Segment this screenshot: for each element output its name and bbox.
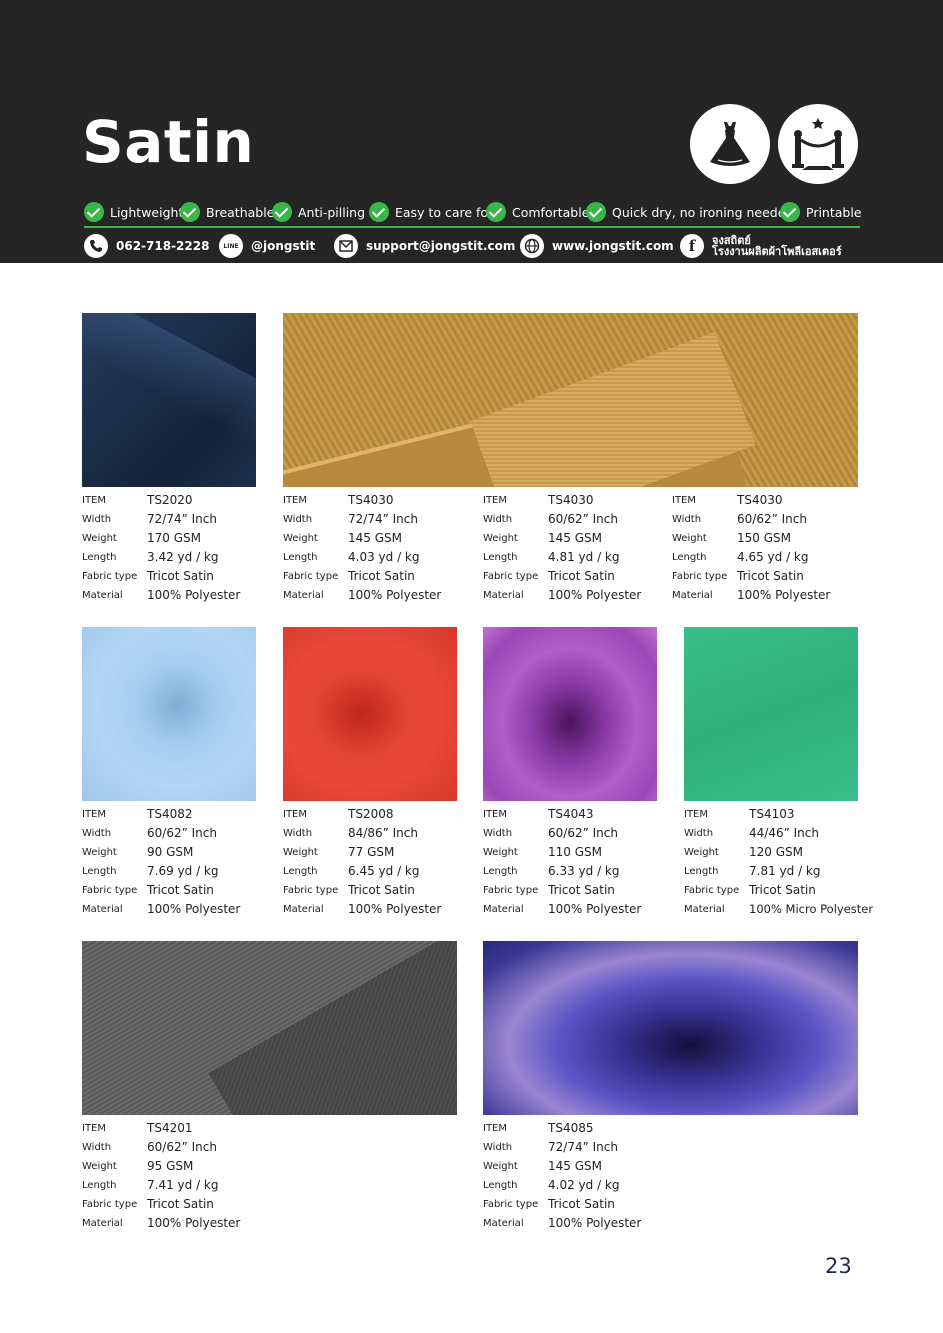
line-icon: LINE: [219, 234, 243, 258]
feature-item: Comfortable: [486, 201, 589, 223]
item-code: TS4030: [737, 493, 783, 507]
product-spec: ITEM TS4030 Width 60/62” Inch Weight 145 GS…: [483, 493, 642, 602]
website-contact[interactable]: www.jongstit.com: [520, 233, 674, 259]
item-code: TS4043: [548, 807, 594, 821]
check-icon: [272, 202, 292, 222]
dress-badge: [690, 104, 770, 184]
line-contact[interactable]: LINE @jongstit: [219, 233, 315, 259]
red-carpet-icon: [792, 118, 844, 170]
product-spec: ITEM TS4082 Width 60/62” Inch Weight 90 GSM…: [82, 807, 241, 916]
divider: [84, 226, 860, 228]
feature-list: Lightweight Breathable Anti-pilling Easy…: [84, 201, 864, 223]
swatch-image-gold: [283, 313, 858, 487]
swatch-image-green: [684, 627, 858, 801]
facebook-icon: f: [680, 234, 704, 258]
product-spec: ITEM TS2008 Width 84/86” Inch Weight 77 GSM…: [283, 807, 442, 916]
check-icon: [180, 202, 200, 222]
check-icon: [780, 202, 800, 222]
swatch-image-indigo: [483, 941, 858, 1115]
mail-icon: [334, 234, 358, 258]
email-contact[interactable]: support@jongstit.com: [334, 233, 515, 259]
item-code: TS2020: [147, 493, 193, 507]
item-code: TS2008: [348, 807, 394, 821]
phone-contact[interactable]: 062-718-2228: [84, 233, 209, 259]
product-spec: ITEM TS2020 Width 72/74” Inch Weight 170 GS…: [82, 493, 241, 602]
item-code: TS4030: [548, 493, 594, 507]
dress-icon: [710, 122, 750, 166]
swatch-image-sky-blue: [82, 627, 256, 801]
product-spec: ITEM TS4030 Width 72/74” Inch Weight 145 GS…: [283, 493, 442, 602]
page-title: Satin: [82, 108, 255, 176]
check-icon: [586, 202, 606, 222]
check-icon: [84, 202, 104, 222]
globe-icon: [520, 234, 544, 258]
feature-item: Lightweight: [84, 201, 183, 223]
item-code: TS4085: [548, 1121, 594, 1135]
facebook-contact[interactable]: f จงสถิตย์ โรงงานผลิตผ้าโพลีเอสเตอร์: [680, 233, 842, 259]
feature-item: Easy to care for: [369, 201, 493, 223]
item-code: TS4082: [147, 807, 193, 821]
check-icon: [369, 202, 389, 222]
swatch-image-red: [283, 627, 457, 801]
check-icon: [486, 202, 506, 222]
feature-item: Breathable: [180, 201, 274, 223]
item-code: TS4030: [348, 493, 394, 507]
product-spec: ITEM TS4030 Width 60/62” Inch Weight 150 GS…: [672, 493, 831, 602]
feature-item: Printable: [780, 201, 862, 223]
item-code: TS4201: [147, 1121, 193, 1135]
facebook-subtitle: โรงงานผลิตผ้าโพลีเอสเตอร์: [712, 245, 842, 258]
feature-item: Anti-pilling: [272, 201, 365, 223]
product-spec: ITEM TS4103 Width 44/46” Inch Weight 120 GS…: [684, 807, 874, 916]
phone-icon: [84, 234, 108, 258]
red-carpet-badge: [778, 104, 858, 184]
contact-bar: 062-718-2228 LINE @jongstit support@jong…: [84, 233, 874, 259]
product-spec: ITEM TS4201 Width 60/62” Inch Weight 95 GSM…: [82, 1121, 241, 1230]
swatch-image-navy: [82, 313, 256, 487]
swatch-image-purple: [483, 627, 657, 801]
feature-item: Quick dry, no ironing needed: [586, 201, 793, 223]
item-code: TS4103: [749, 807, 795, 821]
swatch-image-grey: [82, 941, 457, 1115]
product-spec: ITEM TS4085 Width 72/74” Inch Weight 145 GS…: [483, 1121, 642, 1230]
product-spec: ITEM TS4043 Width 60/62” Inch Weight 110 GS…: [483, 807, 642, 916]
page-number: 23: [825, 1254, 852, 1278]
header-banner: Satin Lightweight Breathable Anti-pillin…: [0, 0, 943, 263]
